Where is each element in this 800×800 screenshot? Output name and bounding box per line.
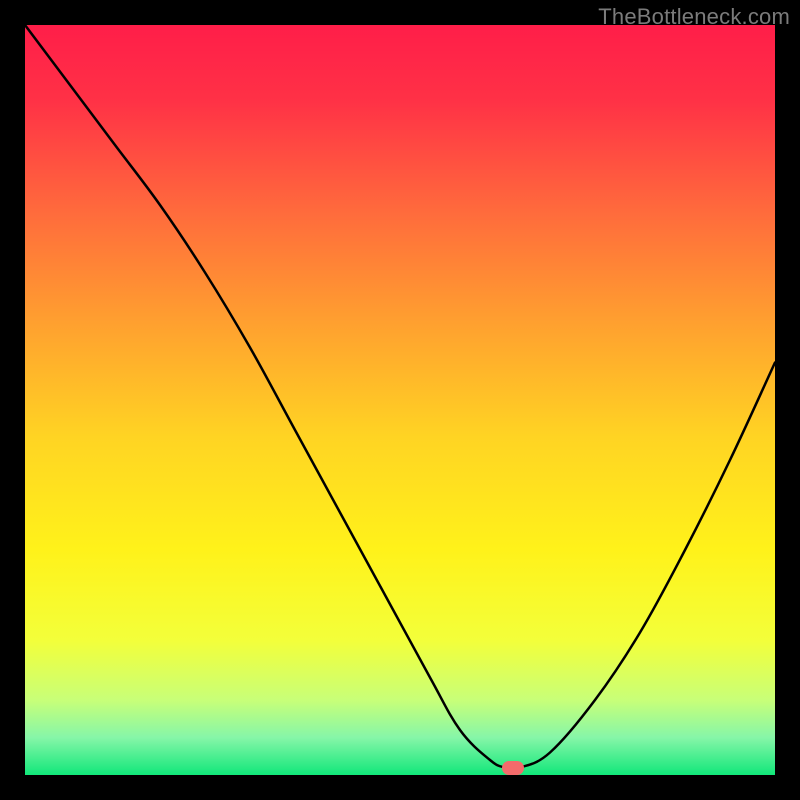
watermark-text: TheBottleneck.com	[598, 4, 790, 30]
plot-area	[25, 25, 775, 775]
bottleneck-curve	[25, 25, 775, 775]
bottleneck-minimum-marker	[502, 761, 524, 775]
chart-frame: TheBottleneck.com	[0, 0, 800, 800]
